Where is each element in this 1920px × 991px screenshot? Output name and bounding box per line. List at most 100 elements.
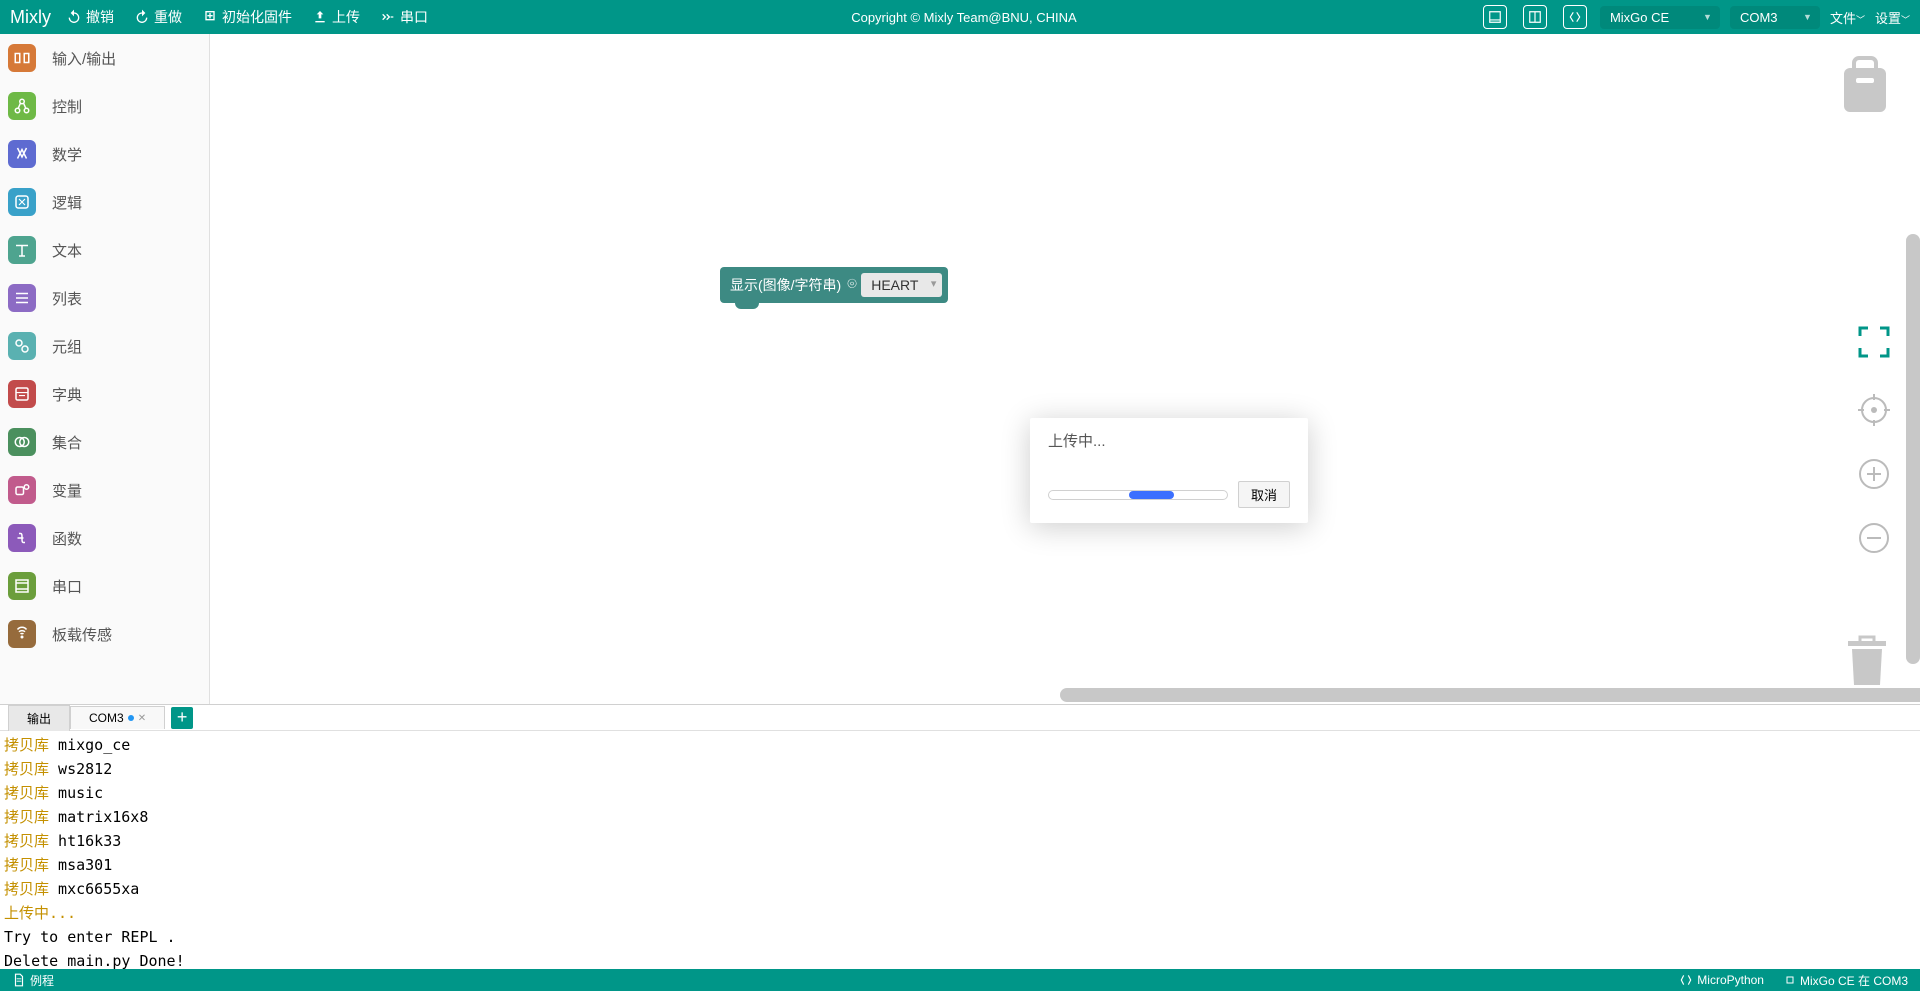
add-tab-button[interactable]: + bbox=[171, 707, 193, 729]
tab-close-icon[interactable]: ✕ bbox=[138, 713, 146, 724]
redo-icon bbox=[134, 9, 150, 25]
category-label: 元组 bbox=[52, 336, 82, 357]
com3-tab[interactable]: COM3 ✕ bbox=[70, 706, 165, 729]
minus-icon bbox=[1858, 522, 1890, 554]
port-value: COM3 bbox=[1740, 10, 1778, 25]
upload-button[interactable]: 上传 bbox=[312, 7, 360, 27]
category-label: 串口 bbox=[52, 576, 82, 597]
init-button[interactable]: 初始化固件 bbox=[202, 7, 292, 27]
horizontal-scrollbar[interactable] bbox=[1060, 688, 1920, 702]
copyright-text: Copyright © Mixly Team@BNU, CHINA bbox=[448, 10, 1480, 25]
category-sidebar[interactable]: 输入/输出 控制 数学 逻辑 文本 bbox=[0, 34, 210, 704]
control-icon bbox=[8, 92, 36, 120]
example-button[interactable]: 例程 bbox=[12, 972, 54, 989]
workspace[interactable]: 显示(图像/字符串) ⌾ HEART bbox=[210, 34, 1920, 704]
init-icon bbox=[202, 9, 218, 25]
trash[interactable] bbox=[1844, 633, 1890, 689]
category-label: 数学 bbox=[52, 144, 82, 165]
tab-label: COM3 bbox=[89, 711, 124, 725]
upload-modal: 上传中... 取消 bbox=[1030, 418, 1308, 523]
category-logic[interactable]: 逻辑 bbox=[0, 178, 209, 226]
toolbar-right: MixGo CE COM3 文件﹀ 设置﹀ bbox=[1480, 5, 1910, 29]
tuple-icon bbox=[8, 332, 36, 360]
port-select[interactable]: COM3 bbox=[1730, 6, 1820, 29]
dict-icon bbox=[8, 380, 36, 408]
console-line: Try to enter REPL . bbox=[4, 925, 1916, 949]
panel-icon bbox=[1488, 10, 1502, 24]
category-func[interactable]: 函数 bbox=[0, 514, 209, 562]
category-tuple[interactable]: 元组 bbox=[0, 322, 209, 370]
init-label: 初始化固件 bbox=[222, 7, 292, 27]
redo-button[interactable]: 重做 bbox=[134, 7, 182, 27]
vertical-scrollbar[interactable] bbox=[1906, 234, 1920, 664]
console-line: 拷贝库 music bbox=[4, 781, 1916, 805]
block-dropdown[interactable]: HEART bbox=[861, 273, 942, 297]
cancel-button[interactable]: 取消 bbox=[1238, 481, 1290, 508]
tab-modified-dot bbox=[128, 715, 134, 721]
center-button[interactable] bbox=[1858, 394, 1890, 426]
category-label: 控制 bbox=[52, 96, 82, 117]
text-icon bbox=[8, 236, 36, 264]
category-math[interactable]: 数学 bbox=[0, 130, 209, 178]
io-icon bbox=[8, 44, 36, 72]
sensor-icon bbox=[8, 620, 36, 648]
v-scrollbar-thumb[interactable] bbox=[1906, 234, 1920, 664]
display-block[interactable]: 显示(图像/字符串) ⌾ HEART bbox=[720, 267, 948, 303]
modal-title: 上传中... bbox=[1048, 430, 1290, 451]
set-icon bbox=[8, 428, 36, 456]
console-line: 上传中... bbox=[4, 901, 1916, 925]
category-sensor[interactable]: 板载传感 bbox=[0, 610, 209, 658]
backpack[interactable] bbox=[1840, 54, 1890, 114]
category-set[interactable]: 集合 bbox=[0, 418, 209, 466]
connection-indicator[interactable]: MixGo CE 在 COM3 bbox=[1784, 972, 1908, 989]
console-line: 拷贝库 mxc6655xa bbox=[4, 877, 1916, 901]
category-var[interactable]: 变量 bbox=[0, 466, 209, 514]
language-indicator[interactable]: MicroPython bbox=[1679, 973, 1764, 987]
category-label: 逻辑 bbox=[52, 192, 82, 213]
category-io[interactable]: 输入/输出 bbox=[0, 34, 209, 82]
plus-icon bbox=[1858, 458, 1890, 490]
console-panel: 输出 COM3 ✕ + 拷贝库 mixgo_ce 拷贝库 ws2812 拷贝库 … bbox=[0, 704, 1920, 969]
category-label: 变量 bbox=[52, 480, 82, 501]
logic-icon bbox=[8, 188, 36, 216]
layout-btn-3[interactable] bbox=[1563, 5, 1587, 29]
zoom-in-button[interactable] bbox=[1858, 458, 1890, 490]
backpack-icon bbox=[1840, 54, 1890, 114]
board-select[interactable]: MixGo CE bbox=[1600, 6, 1720, 29]
func-icon bbox=[8, 524, 36, 552]
zoom-out-button[interactable] bbox=[1858, 522, 1890, 554]
category-label: 集合 bbox=[52, 432, 82, 453]
category-dict[interactable]: 字典 bbox=[0, 370, 209, 418]
workspace-controls bbox=[1858, 334, 1890, 554]
board-value: MixGo CE bbox=[1610, 10, 1669, 25]
layout-btn-1[interactable] bbox=[1483, 5, 1507, 29]
category-list[interactable]: 列表 bbox=[0, 274, 209, 322]
console-line: 拷贝库 mixgo_ce bbox=[4, 733, 1916, 757]
modal-bottom: 取消 bbox=[1048, 481, 1290, 508]
file-menu[interactable]: 文件﹀ bbox=[1830, 8, 1865, 27]
undo-button[interactable]: 撤销 bbox=[66, 7, 114, 27]
redo-label: 重做 bbox=[154, 7, 182, 27]
var-icon bbox=[8, 476, 36, 504]
target-icon bbox=[1858, 394, 1890, 426]
progress-bar bbox=[1048, 490, 1228, 500]
category-serial[interactable]: 串口 bbox=[0, 562, 209, 610]
output-tab[interactable]: 输出 bbox=[8, 705, 70, 731]
category-label: 输入/输出 bbox=[52, 48, 116, 69]
category-control[interactable]: 控制 bbox=[0, 82, 209, 130]
settings-menu[interactable]: 设置﹀ bbox=[1875, 8, 1910, 27]
block-notch: ⌾ bbox=[847, 276, 855, 294]
console-line: 拷贝库 ht16k33 bbox=[4, 829, 1916, 853]
category-text[interactable]: 文本 bbox=[0, 226, 209, 274]
lang-icon bbox=[1679, 973, 1693, 987]
block-label: 显示(图像/字符串) bbox=[730, 275, 841, 295]
list-icon bbox=[8, 284, 36, 312]
console-content[interactable]: 拷贝库 mixgo_ce 拷贝库 ws2812 拷贝库 music 拷贝库 ma… bbox=[0, 731, 1920, 969]
console-line: 拷贝库 ws2812 bbox=[4, 757, 1916, 781]
status-right: MicroPython MixGo CE 在 COM3 bbox=[1679, 972, 1908, 989]
serial-button[interactable]: 串口 bbox=[380, 7, 428, 27]
serial-icon bbox=[380, 9, 396, 25]
console-tabs: 输出 COM3 ✕ + bbox=[0, 705, 1920, 731]
layout-btn-2[interactable] bbox=[1523, 5, 1547, 29]
serial-label: 串口 bbox=[400, 7, 428, 27]
